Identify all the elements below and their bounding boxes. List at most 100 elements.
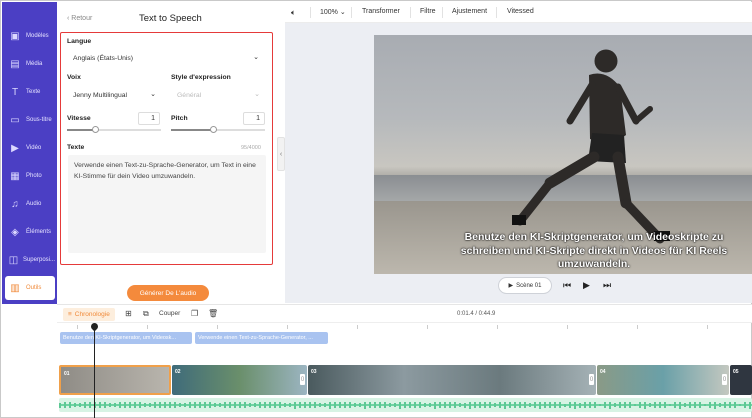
speed-slider-handle[interactable] [92,126,100,133]
waveform-bar [569,402,571,408]
ruler-tick [217,325,218,329]
sidebar-item-tools[interactable]: ▥ Outils [5,276,55,300]
sidebar-item-overlay[interactable]: ◫ Superposi... [5,248,55,272]
audio-track[interactable] [59,398,752,412]
tts-panel: ‹ Retour Text to Speech Langue Anglais (… [57,2,279,304]
transition-marker[interactable]: ▯ [589,374,594,385]
video-clip-4[interactable]: 04 ▯ [597,365,729,395]
timeline-ruler[interactable] [57,323,752,331]
waveform-bar [234,402,236,408]
sidebar-item-subtitle[interactable]: ▭ Sous-titre [5,108,55,132]
waveform-bar [159,402,161,408]
waveform-bar [384,401,386,409]
waveform-bar [174,401,176,409]
waveform-bar [389,403,391,407]
pitch-value-input[interactable]: 1 [243,112,265,125]
waveform-bar [749,401,751,409]
waveform-bar [464,402,466,408]
waveform-bar [524,401,526,409]
zoom-select[interactable]: 100% ⌄ [320,8,346,16]
split-icon[interactable]: ⧉ [143,309,149,319]
waveform-bar [214,403,216,407]
timeline-time: 0:01.4 / 0:44.9 [457,311,496,317]
sidebar-item-label: Texte [26,89,41,95]
waveform-bar [339,402,341,408]
media-icon: ▤ [10,58,20,70]
timeline-toggle[interactable]: ≡ Chronologie [63,308,115,321]
sidebar-item-text[interactable]: T Texte [5,80,55,104]
add-track-icon[interactable]: ⊞ [125,309,132,318]
ruler-tick [427,325,428,329]
sidebar-item-elements[interactable]: ◈ Éléments [5,220,55,244]
pitch-slider[interactable] [171,126,265,133]
back-link[interactable]: ‹ Retour [67,15,92,22]
skip-back-icon[interactable]: ⏮︎ [563,280,571,291]
video-clip-1[interactable]: 01 [59,365,171,395]
video-clip-5[interactable]: 05 [730,365,752,395]
sidebar-item-video[interactable]: ▶ Vidéo [5,136,55,160]
video-clip-3[interactable]: 03 ▯ [308,365,596,395]
video-preview[interactable]: Benutze den KI-Skriptgenerator, um Video… [374,35,752,274]
waveform-bar [514,401,516,409]
waveform-bar [659,401,661,409]
sidebar-item-media[interactable]: ▤ Média [5,52,55,76]
playhead[interactable] [94,328,95,418]
collapse-panel-button[interactable]: ‹ [277,137,285,171]
generate-audio-button[interactable]: Générer De L'audio [127,285,209,301]
adjust-button[interactable]: Ajustement [452,8,487,15]
chevron-down-icon: ⌄ [253,54,259,61]
sidebar-item-photo[interactable]: ▦ Photo [5,164,55,188]
delete-icon[interactable]: 🗑︎ [208,309,218,318]
waveform-bar [74,402,76,408]
skip-forward-icon[interactable]: ⏭︎ [603,280,611,291]
ruler-tick [497,325,498,329]
scene-play-button[interactable]: ▶ Scène 01 [498,277,552,294]
cut-button[interactable]: Couper [159,310,180,317]
tts-text-area[interactable]: Verwende einen Text-zu-Sprache-Generator… [68,155,266,253]
waveform-bar [479,402,481,409]
templates-icon: ▣ [10,30,20,42]
waveform-bar [89,402,91,408]
waveform-bar [454,401,456,409]
style-select[interactable]: Général ⌄ [171,87,266,103]
play-icon[interactable]: ▶ [583,280,590,291]
voice-select[interactable]: Jenny Multilingual ⌄ [67,87,162,103]
waveform-bar [404,402,406,408]
text-clip-2[interactable]: Verwende einen Text-zu-Sprache-Generator… [195,332,328,344]
sidebar-item-label: Sous-titre [26,117,52,123]
video-clip-2[interactable]: 02 ▯ [172,365,307,395]
language-select[interactable]: Anglais (États-Unis) ⌄ [67,50,265,66]
waveform-bar [709,402,711,408]
waveform-bar [739,403,741,407]
waveform-bar [624,401,626,409]
waveform-bar [704,403,706,407]
waveform-bar [689,401,691,409]
transition-marker[interactable]: ▯ [300,374,305,385]
waveform-bar [574,401,576,409]
speed-value-input[interactable]: 1 [138,112,160,125]
ruler-tick [637,325,638,329]
volume-icon[interactable]: 🔈︎ [291,8,296,18]
waveform-bar [229,402,231,408]
duplicate-icon[interactable]: ❐ [191,309,198,318]
speed-slider[interactable] [67,126,161,133]
ruler-tick [707,325,708,329]
text-clip-1[interactable]: Benutze den KI-Skriptgenerator, um Video… [60,332,192,344]
panel-title: Text to Speech [139,13,202,24]
transform-button[interactable]: Transformer [362,8,400,15]
sidebar-item-audio[interactable]: ♫ Audio [5,192,55,216]
waveform-bar [614,402,616,408]
filter-button[interactable]: Filtre [420,8,436,15]
pitch-label: Pitch [171,115,188,122]
subtitle-icon: ▭ [10,114,20,126]
waveform-bar [264,402,266,408]
pitch-slider-handle[interactable] [210,126,218,133]
ruler-tick [77,325,78,329]
waveform-bar [644,401,646,409]
waveform-bar [349,401,351,409]
speed-button[interactable]: Vitessed [507,8,534,15]
transition-marker[interactable]: ▯ [722,374,727,385]
preview-toolbar: 🔈︎ 100% ⌄ Transformer Filtre Ajustement … [285,2,752,23]
sidebar-item-templates[interactable]: ▣ Modèles [5,24,55,48]
text-icon: T [11,86,19,98]
